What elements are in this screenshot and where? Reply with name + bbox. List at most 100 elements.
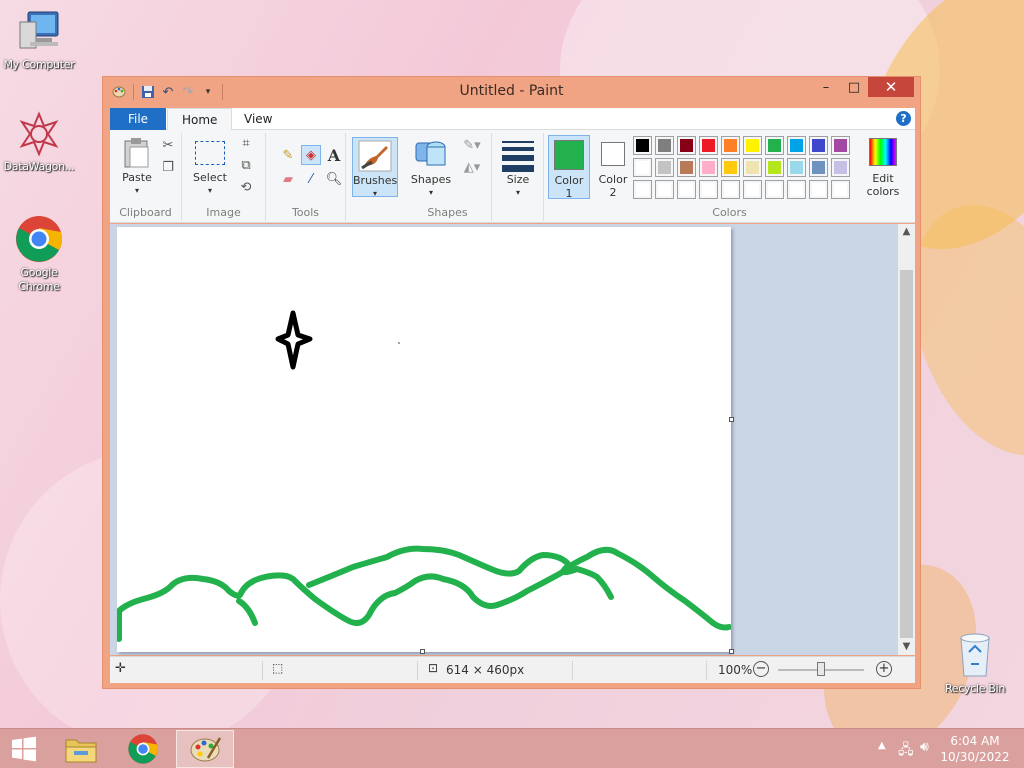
show-hidden-icons-icon[interactable]: ▲ (878, 740, 886, 751)
magnifier-icon[interactable]: 🔍︎ (324, 169, 344, 189)
palette-swatch[interactable] (743, 136, 762, 155)
tab-home[interactable]: Home (167, 108, 233, 131)
paste-button[interactable]: Paste ▾ (116, 137, 158, 197)
palette-swatch[interactable] (721, 136, 740, 155)
computer-icon (16, 8, 62, 56)
eraser-icon[interactable]: ▰ (278, 169, 298, 189)
title-bar[interactable]: ↶ ↷ ▾ Untitled - Paint – □ ✕ (103, 77, 920, 106)
taskbar-chrome[interactable] (114, 730, 172, 768)
select-button[interactable]: Select ▾ (188, 137, 232, 197)
shapes-icon (408, 137, 454, 173)
zoom-slider[interactable] (778, 662, 864, 676)
desktop-icon-datawagon[interactable]: DataWagon... (0, 110, 78, 174)
window-controls: – □ ✕ (812, 77, 914, 97)
size-button[interactable]: Size ▾ (496, 137, 540, 199)
palette-swatch[interactable] (655, 136, 674, 155)
palette-swatch[interactable] (831, 136, 850, 155)
palette-swatch[interactable] (633, 136, 652, 155)
zoom-in-icon[interactable]: + (876, 661, 892, 677)
swatch-color (834, 139, 847, 152)
vertical-scrollbar[interactable]: ▲ ▼ (898, 224, 915, 655)
palette-swatch[interactable] (765, 180, 784, 199)
desktop-icon-label: Recycle Bin (944, 682, 1006, 695)
palette-swatch[interactable] (655, 180, 674, 199)
system-tray: ▲ 🖧︎ 🔊︎ 6:04 AM 10/30/2022 (864, 729, 1024, 768)
swatch-color (834, 161, 847, 174)
palette-swatch[interactable] (743, 158, 762, 177)
cut-icon[interactable]: ✂ (158, 135, 178, 155)
swatch-color (680, 139, 693, 152)
palette-swatch[interactable] (721, 158, 740, 177)
color-picker-icon[interactable]: ⁄ (301, 169, 321, 189)
chevron-down-icon: ▾ (134, 186, 139, 195)
palette-swatch[interactable] (633, 180, 652, 199)
color2-button[interactable]: Color 2 (592, 135, 634, 199)
pencil-icon[interactable]: ✎ (278, 145, 298, 165)
taskbar-paint[interactable] (176, 730, 234, 768)
zoom-slider-thumb[interactable] (817, 662, 825, 676)
palette-swatch[interactable] (831, 158, 850, 177)
edit-colors-button[interactable]: Edit colors (860, 135, 906, 198)
scroll-up-icon[interactable]: ▲ (898, 224, 915, 240)
taskbar-file-explorer[interactable] (52, 730, 110, 768)
palette-swatch[interactable] (809, 158, 828, 177)
palette-swatch[interactable] (787, 136, 806, 155)
scroll-thumb[interactable] (900, 270, 913, 638)
palette-swatch[interactable] (765, 136, 784, 155)
palette-swatch[interactable] (721, 180, 740, 199)
clock[interactable]: 6:04 AM 10/30/2022 (940, 733, 1010, 765)
palette-swatch[interactable] (809, 136, 828, 155)
palette-swatch[interactable] (743, 180, 762, 199)
resize-handle-right[interactable] (729, 417, 734, 422)
palette-swatch[interactable] (633, 158, 652, 177)
resize-handle-bottom[interactable] (420, 649, 425, 654)
drawing-canvas[interactable] (116, 227, 732, 652)
swatch-color (724, 161, 737, 174)
swatch-color (768, 139, 781, 152)
palette-swatch[interactable] (809, 180, 828, 199)
palette-swatch[interactable] (787, 158, 806, 177)
scroll-down-icon[interactable]: ▼ (898, 639, 915, 655)
help-icon[interactable]: ? (896, 111, 911, 126)
tab-file[interactable]: File (110, 108, 166, 130)
crop-icon[interactable]: ⌗ (236, 133, 256, 153)
tab-view[interactable]: View (230, 108, 286, 130)
tools-group: ✎ ◈ A ▰ ⁄ 🔍︎ Tools (266, 133, 346, 221)
palette-swatch[interactable] (677, 158, 696, 177)
desktop-icon-google-chrome[interactable]: Google Chrome (0, 214, 78, 294)
palette-swatch[interactable] (677, 180, 696, 199)
start-button[interactable] (0, 730, 48, 768)
swatch-color (812, 139, 825, 152)
windows-logo-icon (12, 736, 36, 762)
palette-swatch[interactable] (699, 180, 718, 199)
swatch-color (790, 183, 803, 196)
resize-handle-corner[interactable] (729, 649, 734, 654)
brushes-button[interactable]: Brushes ▾ (352, 137, 398, 198)
desktop-icon-recycle-bin[interactable]: Recycle Bin (936, 630, 1014, 696)
palette-swatch[interactable] (699, 158, 718, 177)
shapes-button[interactable]: Shapes ▾ (408, 137, 454, 199)
palette-swatch[interactable] (677, 136, 696, 155)
color1-swatch (554, 140, 584, 170)
color1-button[interactable]: Color 1 (548, 135, 590, 200)
outline-icon[interactable]: ✎▾ (462, 135, 482, 155)
copy-icon[interactable]: ❐ (158, 157, 178, 177)
minimize-button[interactable]: – (812, 77, 840, 97)
palette-swatch[interactable] (699, 136, 718, 155)
network-icon[interactable]: 🖧︎ (898, 739, 914, 763)
maximize-button[interactable]: □ (840, 77, 868, 97)
zoom-out-icon[interactable]: − (753, 661, 769, 677)
status-separator (417, 661, 418, 680)
resize-icon[interactable]: ⧉ (236, 155, 256, 175)
rotate-icon[interactable]: ⟲ (236, 177, 256, 197)
fill-icon[interactable]: ◈ (301, 145, 321, 165)
close-button[interactable]: ✕ (868, 77, 914, 97)
palette-swatch[interactable] (787, 180, 806, 199)
desktop-icon-my-computer[interactable]: My Computer (0, 8, 78, 72)
volume-icon[interactable]: 🔊︎ (920, 739, 929, 755)
palette-swatch[interactable] (655, 158, 674, 177)
palette-swatch[interactable] (765, 158, 784, 177)
palette-swatch[interactable] (831, 180, 850, 199)
shape-fill-icon[interactable]: ◭▾ (462, 157, 482, 177)
text-icon[interactable]: A (324, 145, 344, 165)
